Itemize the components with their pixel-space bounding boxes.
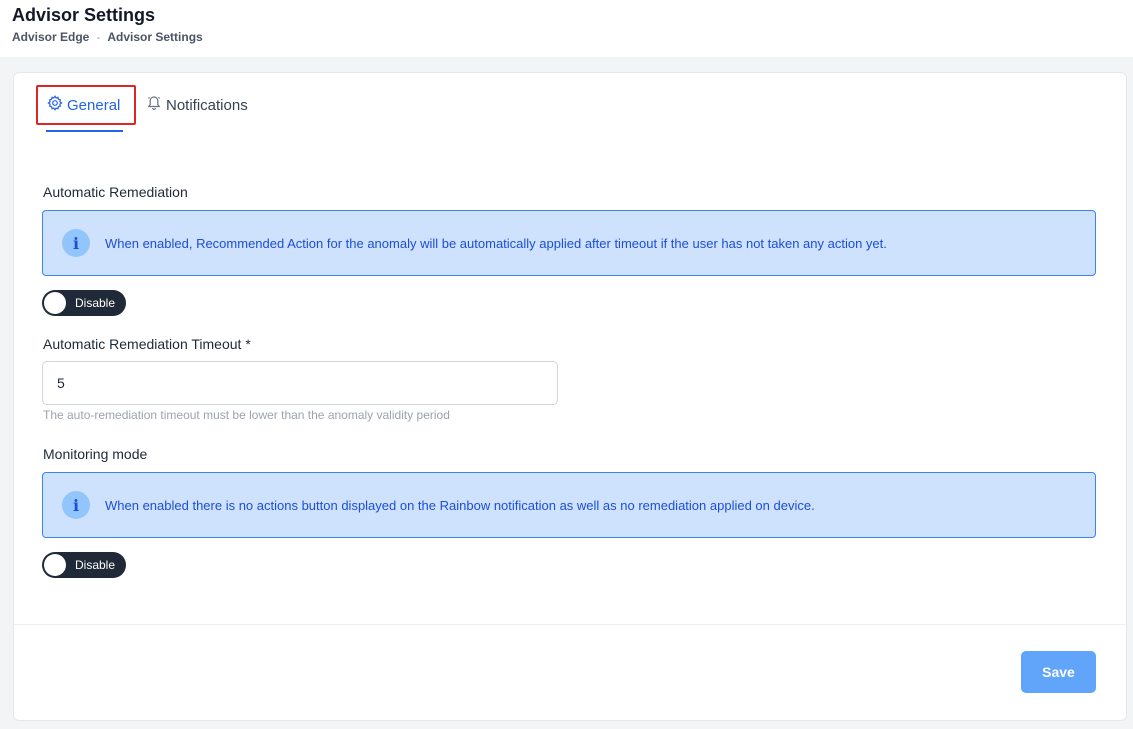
breadcrumb-item-advisor-edge[interactable]: Advisor Edge [12, 30, 89, 44]
monitoring-mode-label: Monitoring mode [43, 446, 148, 462]
settings-card: General Notifications Automatic Remediat… [13, 72, 1127, 721]
auto-remediation-label: Automatic Remediation [43, 184, 188, 200]
monitoring-mode-toggle[interactable]: Disable [42, 552, 126, 578]
tab-general-label: General [67, 96, 121, 114]
auto-remediation-info-box: i When enabled, Recommended Action for t… [42, 210, 1096, 276]
info-icon: i [62, 491, 90, 519]
auto-remediation-info-text: When enabled, Recommended Action for the… [105, 235, 887, 251]
breadcrumb-item-advisor-settings: Advisor Settings [107, 30, 203, 44]
bell-icon [146, 95, 166, 115]
timeout-input[interactable] [42, 361, 558, 405]
toggle-label: Disable [75, 558, 116, 572]
page-header: Advisor Settings Advisor Edge - Advisor … [0, 0, 1133, 57]
footer-divider [14, 624, 1126, 625]
monitoring-mode-info-text: When enabled there is no actions button … [105, 497, 815, 513]
breadcrumb-separator: - [96, 30, 101, 44]
save-button[interactable]: Save [1021, 651, 1096, 693]
toggle-knob [44, 554, 66, 576]
tab-general[interactable]: General [36, 85, 136, 132]
timeout-help-text: The auto-remediation timeout must be low… [43, 408, 450, 422]
monitoring-mode-info-box: i When enabled there is no actions butto… [42, 472, 1096, 538]
auto-remediation-toggle[interactable]: Disable [42, 290, 126, 316]
breadcrumb: Advisor Edge - Advisor Settings [12, 30, 203, 44]
page-title: Advisor Settings [12, 5, 156, 25]
timeout-label: Automatic Remediation Timeout * [43, 336, 251, 352]
active-tab-indicator [46, 130, 123, 132]
info-icon: i [62, 229, 90, 257]
toggle-label: Disable [75, 296, 116, 310]
tab-notifications-label: Notifications [166, 96, 248, 114]
gear-icon [47, 95, 67, 115]
toggle-knob [44, 292, 66, 314]
tab-notifications[interactable]: Notifications [146, 85, 248, 125]
